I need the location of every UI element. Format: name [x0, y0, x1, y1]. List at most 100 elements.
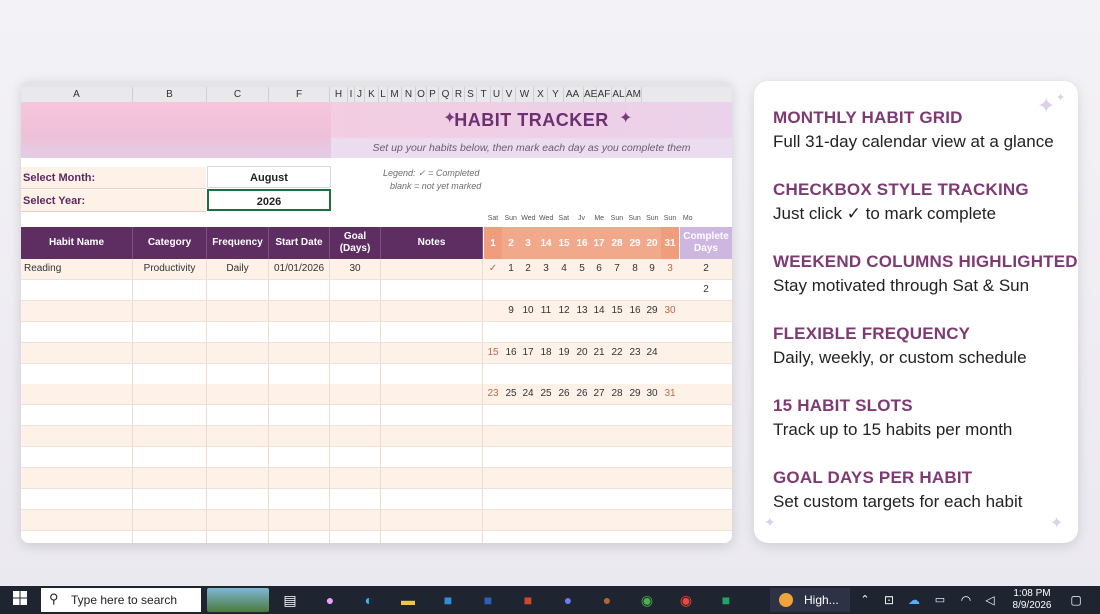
- day-cell[interactable]: [573, 510, 591, 530]
- start-date-cell[interactable]: [269, 363, 330, 384]
- goal-days-cell[interactable]: [330, 405, 381, 426]
- day-cell[interactable]: [608, 364, 626, 384]
- day-cell[interactable]: [643, 447, 661, 467]
- file-explorer-icon[interactable]: ▬: [399, 591, 417, 609]
- day-cell[interactable]: [555, 322, 573, 342]
- day-cell[interactable]: [555, 447, 573, 467]
- day-cell[interactable]: [643, 510, 661, 530]
- start-date-cell[interactable]: [269, 279, 330, 300]
- column-letter[interactable]: L: [379, 87, 388, 102]
- notes-cell[interactable]: [381, 468, 483, 488]
- notes-cell[interactable]: [381, 426, 483, 447]
- day-cell[interactable]: [608, 405, 626, 425]
- chrome-icon[interactable]: ◉: [638, 591, 656, 609]
- category-cell[interactable]: [133, 509, 207, 530]
- column-letter[interactable]: A: [21, 87, 133, 102]
- day-cell[interactable]: [626, 280, 644, 300]
- day-cell[interactable]: [537, 426, 555, 446]
- day-cell[interactable]: 31: [661, 384, 679, 404]
- day-cell[interactable]: [608, 510, 626, 530]
- wifi-icon[interactable]: ◠: [958, 591, 974, 609]
- notes-cell[interactable]: [381, 530, 483, 543]
- frequency-cell[interactable]: [207, 384, 269, 405]
- day-cell[interactable]: [661, 447, 679, 467]
- habit-name-cell[interactable]: Reading: [21, 259, 133, 279]
- day-cell[interactable]: ✓: [484, 259, 502, 279]
- select-month-dropdown[interactable]: August: [207, 166, 331, 188]
- day-cell[interactable]: [484, 510, 502, 530]
- column-letter[interactable]: J: [355, 87, 365, 102]
- day-cell[interactable]: [537, 468, 555, 488]
- goal-days-cell[interactable]: [330, 509, 381, 530]
- outlook-icon[interactable]: ■: [439, 591, 457, 609]
- start-date-cell[interactable]: [269, 321, 330, 342]
- day-cell[interactable]: 1: [502, 259, 520, 279]
- day-cell[interactable]: [519, 405, 537, 425]
- day-cell[interactable]: [484, 426, 502, 446]
- start-date-cell[interactable]: [269, 426, 330, 447]
- goal-days-cell[interactable]: [330, 468, 381, 488]
- column-letter[interactable]: AF: [597, 87, 612, 102]
- day-cell[interactable]: [661, 322, 679, 342]
- column-letter[interactable]: T: [477, 87, 491, 102]
- habit-name-cell[interactable]: [21, 405, 133, 426]
- category-cell[interactable]: [133, 342, 207, 363]
- day-cell[interactable]: [608, 322, 626, 342]
- day-cell[interactable]: 10: [519, 301, 537, 321]
- day-cell[interactable]: 9: [643, 259, 661, 279]
- day-cell[interactable]: [502, 447, 520, 467]
- day-cell[interactable]: 3: [537, 259, 555, 279]
- day-cell[interactable]: [484, 364, 502, 384]
- notes-cell[interactable]: [381, 488, 483, 509]
- day-cell[interactable]: [661, 426, 679, 446]
- start-date-cell[interactable]: [269, 300, 330, 321]
- day-cell[interactable]: 2: [519, 259, 537, 279]
- notification-icon[interactable]: ▢: [1068, 591, 1084, 609]
- day-cell[interactable]: 16: [626, 301, 644, 321]
- day-cell[interactable]: 13: [573, 301, 591, 321]
- day-cell[interactable]: [643, 531, 661, 543]
- goal-days-cell[interactable]: [330, 530, 381, 543]
- frequency-cell[interactable]: [207, 300, 269, 321]
- habit-name-cell[interactable]: [21, 447, 133, 468]
- day-cell[interactable]: [573, 426, 591, 446]
- day-cell[interactable]: 18: [537, 343, 555, 363]
- battery-icon[interactable]: ▭: [932, 591, 948, 609]
- day-cell[interactable]: [502, 531, 520, 543]
- column-letter[interactable]: P: [427, 87, 439, 102]
- habit-name-cell[interactable]: [21, 468, 133, 488]
- chrome-profile-icon[interactable]: ◉: [677, 591, 695, 609]
- start-date-cell[interactable]: [269, 447, 330, 468]
- notes-cell[interactable]: [381, 259, 483, 279]
- day-cell[interactable]: 22: [608, 343, 626, 363]
- column-letter[interactable]: V: [503, 87, 516, 102]
- day-cell[interactable]: 16: [502, 343, 520, 363]
- day-cell[interactable]: [537, 405, 555, 425]
- day-header[interactable]: 3: [519, 227, 537, 259]
- day-cell[interactable]: [643, 489, 661, 509]
- day-cell[interactable]: [626, 531, 644, 543]
- column-letter[interactable]: U: [491, 87, 503, 102]
- frequency-cell[interactable]: [207, 321, 269, 342]
- column-letter[interactable]: K: [365, 87, 379, 102]
- day-cell[interactable]: 12: [555, 301, 573, 321]
- day-cell[interactable]: 27: [590, 384, 608, 404]
- day-cell[interactable]: [484, 447, 502, 467]
- day-cell[interactable]: 21: [590, 343, 608, 363]
- clock[interactable]: 1:08 PM 8/9/2026: [1006, 588, 1058, 612]
- day-cell[interactable]: [555, 280, 573, 300]
- start-date-cell[interactable]: [269, 509, 330, 530]
- start-date-cell[interactable]: [269, 384, 330, 405]
- frequency-cell[interactable]: [207, 509, 269, 530]
- category-cell[interactable]: [133, 426, 207, 447]
- day-cell[interactable]: [661, 510, 679, 530]
- day-cell[interactable]: [484, 489, 502, 509]
- day-cell[interactable]: [590, 510, 608, 530]
- day-cell[interactable]: [502, 322, 520, 342]
- notes-cell[interactable]: [381, 279, 483, 300]
- header-start-date[interactable]: Start Date: [269, 227, 330, 259]
- day-cell[interactable]: [502, 405, 520, 425]
- day-header[interactable]: 20: [643, 227, 661, 259]
- day-cell[interactable]: [519, 510, 537, 530]
- edge-icon[interactable]: ◐: [360, 591, 378, 609]
